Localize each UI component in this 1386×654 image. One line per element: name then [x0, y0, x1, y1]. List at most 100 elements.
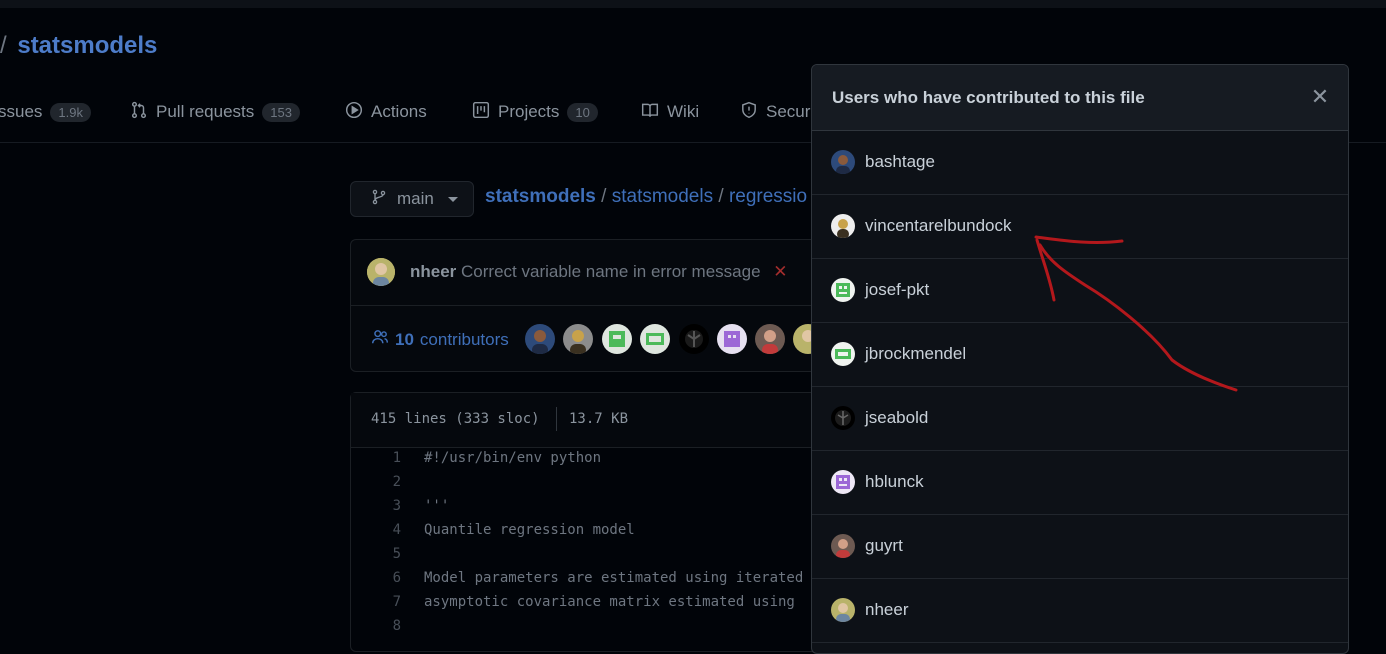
list-item[interactable]: josef-pkt: [812, 258, 1348, 323]
top-header-bar: [0, 0, 1386, 8]
list-item[interactable]: nheer: [812, 578, 1348, 643]
line-number[interactable]: 4: [351, 522, 401, 538]
user-name-link[interactable]: hblunck: [865, 472, 924, 492]
file-viewer: 415 lines (333 sloc) 13.7 KB 1 #!/usr/bin…: [350, 392, 820, 652]
repo-title-separator: /: [0, 32, 7, 59]
avatar[interactable]: [563, 324, 593, 354]
commit-author-link[interactable]: nheer: [410, 262, 456, 281]
user-name-link[interactable]: jseabold: [865, 408, 928, 428]
chevron-down-icon: [447, 196, 458, 202]
tab-pull-requests-label: Pull requests: [156, 102, 255, 121]
pull-request-icon: [130, 101, 148, 124]
line-number[interactable]: 8: [351, 618, 401, 634]
project-icon: [472, 101, 490, 124]
repo-title: / statsmodels: [0, 32, 157, 60]
dialog-header: Users who have contributed to this file …: [812, 65, 1348, 131]
code-line: 5: [351, 546, 819, 570]
contributors-label: contributors: [419, 329, 509, 349]
list-item[interactable]: bashtage: [812, 130, 1348, 195]
breadcrumb-path-link[interactable]: regressio: [729, 186, 807, 207]
tab-actions[interactable]: Actions: [345, 96, 427, 128]
avatar: [831, 534, 855, 558]
repo-name-link[interactable]: statsmodels: [17, 32, 157, 59]
avatar[interactable]: [602, 324, 632, 354]
git-branch-icon: [371, 189, 387, 210]
tab-issues[interactable]: ssues 1.9k: [0, 96, 91, 128]
breadcrumb-repo-link[interactable]: statsmodels: [612, 186, 713, 207]
avatar: [831, 342, 855, 366]
commit-message-link[interactable]: Correct variable name in error message: [461, 262, 761, 281]
breadcrumb-owner-link[interactable]: statsmodels: [485, 186, 596, 207]
tab-security-label: Secur: [766, 102, 811, 121]
code-line: 4 Quantile regression model: [351, 522, 819, 546]
commit-message: nheer Correct variable name in error mes…: [410, 262, 788, 282]
close-button[interactable]: ✕: [1304, 81, 1336, 113]
tab-wiki-label: Wiki: [667, 102, 700, 121]
line-number[interactable]: 5: [351, 546, 401, 562]
line-number[interactable]: 1: [351, 450, 401, 466]
user-name-link[interactable]: nheer: [865, 600, 908, 620]
avatar[interactable]: [525, 324, 555, 354]
avatar[interactable]: [367, 258, 395, 286]
tab-projects-counter: 10: [567, 102, 598, 122]
avatar: [831, 214, 855, 238]
list-item[interactable]: jseabold: [812, 386, 1348, 451]
line-number[interactable]: 3: [351, 498, 401, 514]
list-item[interactable]: guyrt: [812, 514, 1348, 579]
avatar[interactable]: [717, 324, 747, 354]
close-icon: ✕: [1310, 84, 1330, 109]
tab-issues-label: ssues: [0, 102, 43, 121]
user-name-link[interactable]: jbrockmendel: [865, 344, 966, 364]
avatar[interactable]: [640, 324, 670, 354]
file-line-count: 415 lines (333 sloc): [371, 411, 540, 427]
contributors-count: 10: [395, 329, 414, 349]
line-number[interactable]: 7: [351, 594, 401, 610]
avatar: [831, 150, 855, 174]
list-item[interactable]: vincentarelbundock: [812, 194, 1348, 259]
breadcrumb-separator: /: [718, 186, 724, 207]
file-size: 13.7 KB: [569, 411, 629, 427]
avatar: [831, 470, 855, 494]
avatar[interactable]: [755, 324, 785, 354]
user-name-link[interactable]: vincentarelbundock: [865, 216, 1011, 236]
code-line: 2: [351, 474, 819, 498]
tab-pull-requests-counter: 153: [262, 102, 300, 122]
branch-selector-button[interactable]: main: [350, 181, 474, 217]
dialog-title: Users who have contributed to this file: [832, 88, 1145, 107]
status-fail-icon[interactable]: ✕: [773, 262, 787, 281]
line-number[interactable]: 2: [351, 474, 401, 490]
latest-commit-box: nheer Correct variable name in error mes…: [350, 239, 823, 372]
tab-security[interactable]: Secur: [740, 96, 810, 128]
tab-pull-requests[interactable]: Pull requests 153: [130, 96, 300, 128]
tab-issues-counter: 1.9k: [50, 102, 91, 122]
code-text: asymptotic covariance matrix estimated u…: [424, 594, 795, 610]
avatar[interactable]: [679, 324, 709, 354]
code-line: 1 #!/usr/bin/env python: [351, 450, 819, 474]
tab-wiki[interactable]: Wiki: [641, 96, 699, 128]
list-item[interactable]: hblunck: [812, 450, 1348, 515]
code-text: #!/usr/bin/env python: [424, 450, 602, 466]
contributors-dialog: Users who have contributed to this file …: [811, 64, 1349, 654]
code-text: Quantile regression model: [424, 522, 635, 538]
file-info-header: 415 lines (333 sloc) 13.7 KB: [351, 393, 819, 448]
breadcrumb: statsmodels / statsmodels / regressio: [485, 186, 807, 208]
code-line: 6 Model parameters are estimated using it…: [351, 570, 819, 594]
line-number[interactable]: 6: [351, 570, 401, 586]
shield-icon: [740, 101, 758, 124]
file-info-divider: [556, 407, 557, 431]
code-text: Model parameters are estimated using ite…: [424, 570, 804, 586]
contributor-avatars: [525, 324, 825, 356]
latest-commit-row: nheer Correct variable name in error mes…: [351, 240, 819, 306]
tab-projects[interactable]: Projects 10: [472, 96, 598, 128]
play-icon: [345, 101, 363, 124]
list-item[interactable]: jbrockmendel: [812, 322, 1348, 387]
branch-label: main: [397, 189, 434, 208]
avatar: [831, 598, 855, 622]
user-name-link[interactable]: bashtage: [865, 152, 935, 172]
code-line: 8: [351, 618, 819, 642]
code-line: 3 ''': [351, 498, 819, 522]
user-name-link[interactable]: guyrt: [865, 536, 903, 556]
user-name-link[interactable]: josef-pkt: [865, 280, 929, 300]
code-text: ''': [424, 498, 450, 514]
contributors-button[interactable]: 10 contributors: [371, 328, 509, 351]
